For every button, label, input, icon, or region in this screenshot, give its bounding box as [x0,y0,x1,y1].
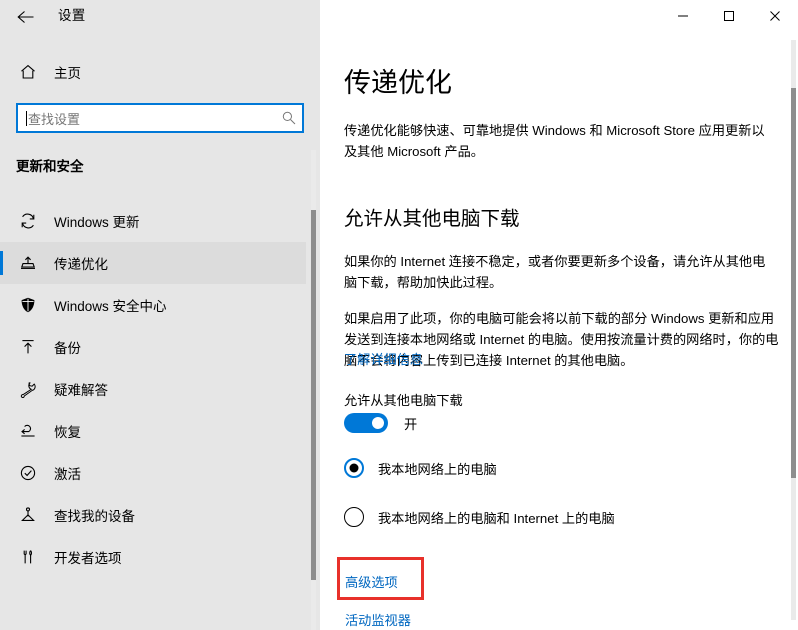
sidebar-item-backup[interactable]: 备份 [0,326,306,368]
sidebar-item-activation[interactable]: 激活 [0,452,306,494]
minimize-button[interactable] [660,0,706,32]
sidebar-item-label: Windows 更新 [54,215,140,230]
toggle-switch[interactable] [344,413,388,433]
minimize-icon [678,15,688,17]
learn-more-link[interactable]: 了解详细信息 [344,350,423,370]
sidebar-item-troubleshoot[interactable]: 疑难解答 [0,368,306,410]
radio-option-local-and-internet[interactable]: 我本地网络上的电脑和 Internet 上的电脑 [344,507,615,527]
delivery-optimization-icon [8,254,48,272]
sidebar-item-label: 查找我的设备 [54,509,135,524]
sidebar-item-label: 疑难解答 [54,383,108,398]
sidebar-item-windows-security[interactable]: Windows 安全中心 [0,284,306,326]
sidebar-item-label: 开发者选项 [54,551,122,566]
shield-icon [8,296,48,314]
find-device-icon [8,506,48,524]
back-arrow-icon [17,11,34,23]
radio-label: 我本地网络上的电脑和 Internet 上的电脑 [378,510,615,526]
search-icon [276,110,302,126]
radio-button[interactable] [344,507,364,527]
close-icon [770,11,780,21]
main-content: 传递优化 传递优化能够快速、可靠地提供 Windows 和 Microsoft … [320,0,798,630]
wrench-icon [8,380,48,398]
radio-button[interactable] [344,458,364,478]
search-input[interactable]: 查找设置 [16,103,304,133]
allow-downloads-toggle[interactable]: 开 [344,413,417,433]
toggle-label: 允许从其他电脑下载 [344,393,463,408]
text-caret [26,110,27,126]
section-title: 允许从其他电脑下载 [344,208,520,231]
intro-paragraph: 传递优化能够快速、可靠地提供 Windows 和 Microsoft Store… [344,123,765,160]
settings-window: 设置 主页 查找设置 更新和安全 Windows 更新 传递优化 Windows… [0,0,798,630]
content-scrollbar-thumb[interactable] [791,88,796,478]
maximize-button[interactable] [706,0,752,32]
sidebar-item-label: 备份 [54,341,81,356]
search-placeholder: 查找设置 [28,111,81,127]
sidebar-item-label: 激活 [54,467,81,482]
sidebar-scrollbar-thumb[interactable] [311,210,316,580]
sidebar-item-find-my-device[interactable]: 查找我的设备 [0,494,306,536]
sidebar-home-label: 主页 [54,66,81,81]
backup-upload-icon [8,338,48,356]
sidebar-item-windows-update[interactable]: Windows 更新 [0,200,306,242]
home-icon [8,63,48,81]
sidebar-item-recovery[interactable]: 恢复 [0,410,306,452]
sidebar-item-label: 恢复 [54,425,81,440]
sync-icon [8,212,48,230]
toggle-state-label: 开 [404,416,418,432]
sidebar-item-developer-options[interactable]: 开发者选项 [0,536,306,578]
sidebar-item-label: Windows 安全中心 [54,299,167,314]
toggle-knob [372,417,384,429]
radio-label: 我本地网络上的电脑 [378,461,497,477]
check-circle-icon [8,464,48,482]
sidebar-item-delivery-optimization[interactable]: 传递优化 [0,242,306,284]
developer-tools-icon [8,548,48,566]
page-title: 传递优化 [344,68,452,99]
radio-option-local-network[interactable]: 我本地网络上的电脑 [344,458,497,478]
section-paragraph-1: 如果你的 Internet 连接不稳定，或者你要更新多个设备，请允许从其他电脑下… [344,254,766,291]
sidebar-nav-list: Windows 更新 传递优化 Windows 安全中心 备份 疑难解答 恢复 … [0,200,306,578]
window-controls [660,0,798,32]
recovery-icon [8,422,48,440]
maximize-icon [724,11,734,21]
sidebar-item-home[interactable]: 主页 [0,56,300,88]
close-button[interactable] [752,0,798,32]
advanced-options-link[interactable]: 高级选项 [345,573,398,593]
sidebar-item-label: 传递优化 [54,257,108,272]
sidebar: 主页 查找设置 更新和安全 Windows 更新 传递优化 Windows 安全… [0,0,320,630]
back-button[interactable] [8,2,44,32]
activity-monitor-link[interactable]: 活动监视器 [345,611,411,630]
sidebar-group-heading: 更新和安全 [16,159,84,174]
app-title: 设置 [58,8,86,23]
title-bar: 设置 [0,0,798,32]
